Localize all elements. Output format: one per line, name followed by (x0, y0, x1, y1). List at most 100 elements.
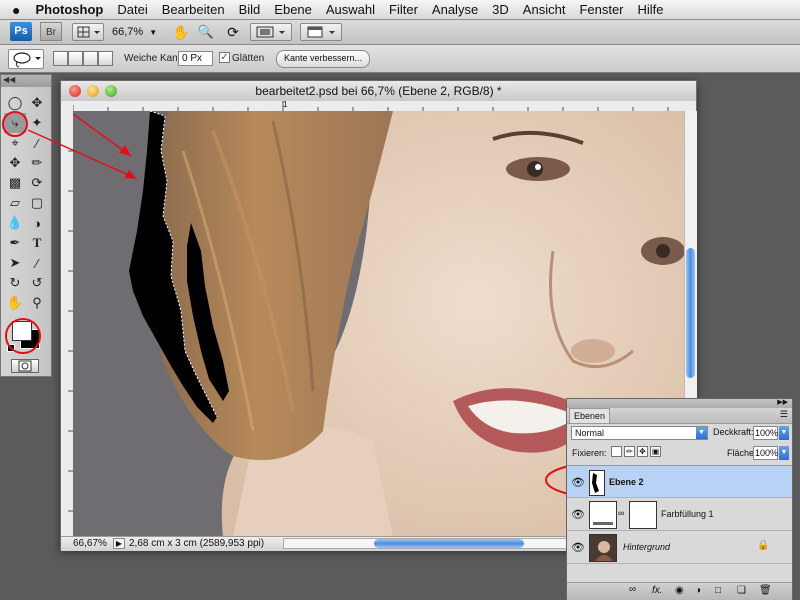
adjustment-layer-icon[interactable]: ◑ (695, 585, 701, 596)
new-layer-icon[interactable]: ❏ (737, 585, 746, 596)
lock-all-icon[interactable]: ▣ (650, 446, 661, 457)
lock-pixels-icon[interactable]: ✏ (624, 446, 635, 457)
eyedropper-tool-icon[interactable]: ∕ (26, 133, 48, 153)
bridge-button[interactable]: Br (40, 22, 62, 41)
hand-tool-icon[interactable]: ✋ (4, 293, 26, 313)
menu-item-filter[interactable]: Filter (382, 2, 425, 17)
feather-input[interactable]: 0 Px (178, 51, 213, 66)
line-tool-icon[interactable]: ∕ (26, 253, 48, 273)
menu-item-analyse[interactable]: Analyse (425, 2, 485, 17)
opacity-label: Deckkraft: (713, 427, 754, 437)
refine-edge-button[interactable]: Kante verbessern... (276, 50, 370, 68)
move-tool-icon[interactable]: ✥ (26, 93, 48, 113)
opacity-input[interactable]: 100% (753, 426, 778, 440)
path-selection-tool-icon[interactable]: ➤ (4, 253, 26, 273)
close-window-icon[interactable] (69, 85, 81, 97)
antialias-checkbox[interactable]: ✓ (219, 52, 230, 63)
visibility-eye-icon[interactable]: 👁 (571, 541, 585, 554)
3d-rotate-tool-icon[interactable]: ↻ (4, 273, 26, 293)
vertical-scroll-thumb[interactable] (686, 248, 695, 378)
ruler-ticks (73, 101, 669, 111)
trash-icon[interactable]: 🗑 (759, 585, 772, 596)
healing-brush-tool-icon[interactable]: ✥ (4, 153, 26, 173)
chevron-updown-icon: ▼ (696, 427, 707, 439)
add-mask-icon[interactable]: ◉ (675, 585, 684, 596)
layer-row-hintergrund[interactable]: 👁 Hintergrund 🔒 (567, 531, 792, 564)
screen-mode-button[interactable] (300, 23, 342, 41)
eraser-tool-icon[interactable]: ▱ (4, 193, 26, 213)
document-title: bearbeitet2.psd bei 66,7% (Ebene 2, RGB/… (255, 84, 502, 98)
magic-wand-tool-icon[interactable]: ✦ (26, 113, 48, 133)
menu-bar: ● Photoshop Datei Bearbeiten Bild Ebene … (0, 0, 800, 20)
zoom-tool-icon[interactable]: ⚲ (26, 293, 48, 313)
layer-row-ebene-2[interactable]: 👁 Ebene 2 (567, 465, 792, 498)
new-group-icon[interactable]: □ (715, 585, 721, 596)
document-title-bar[interactable]: bearbeitet2.psd bei 66,7% (Ebene 2, RGB/… (61, 81, 696, 102)
color-swatches[interactable] (7, 319, 43, 353)
panel-header[interactable]: ▶▶ (567, 399, 792, 408)
lock-label: Fixieren: (572, 448, 607, 458)
default-colors-icon[interactable] (7, 344, 15, 352)
menu-item-ansicht[interactable]: Ansicht (516, 2, 573, 17)
menu-item-auswahl[interactable]: Auswahl (319, 2, 382, 17)
blur-tool-icon[interactable]: 💧 (4, 213, 26, 233)
rotate-view-icon[interactable]: ⟳ (224, 24, 242, 40)
intersect-selection-icon[interactable] (98, 51, 113, 66)
visibility-eye-icon[interactable]: 👁 (571, 508, 585, 521)
3d-orbit-tool-icon[interactable]: ↺ (26, 273, 48, 293)
lock-transparency-icon[interactable] (611, 446, 622, 457)
quick-mask-button[interactable] (11, 359, 39, 373)
hand-tool-icon[interactable]: ✋ (172, 24, 190, 40)
horizontal-scroll-thumb[interactable] (374, 539, 524, 548)
panel-footer: ∞ fx. ◉ ◑ □ ❏ 🗑 (567, 582, 792, 600)
menu-item-bild[interactable]: Bild (232, 2, 268, 17)
opacity-dropdown-icon[interactable]: ▼ (779, 426, 789, 440)
blend-mode-select[interactable]: Normal ▼ (571, 426, 708, 440)
arrange-documents-button[interactable] (250, 23, 292, 41)
lasso-tool-icon[interactable]: ⤷ (4, 113, 26, 133)
status-zoom-value[interactable]: 66,67% (73, 537, 107, 551)
tab-ebenen[interactable]: Ebenen (569, 408, 611, 423)
apple-menu-icon[interactable]: ● (0, 2, 28, 18)
layer-row-farbfuellung-1[interactable]: 👁 ∞ Farbfüllung 1 (567, 498, 792, 531)
menu-item-3d[interactable]: 3D (485, 2, 516, 17)
foreground-color-swatch[interactable] (12, 321, 32, 341)
type-tool-icon[interactable]: T (26, 233, 48, 253)
link-layers-icon[interactable]: ∞ (629, 584, 636, 595)
lock-position-icon[interactable]: ✥ (637, 446, 648, 457)
crop-tool-icon[interactable]: ⌖ (4, 133, 26, 153)
selection-mode-group (53, 51, 115, 67)
minimize-window-icon[interactable] (87, 85, 99, 97)
menu-app-name[interactable]: Photoshop (28, 2, 110, 17)
zoom-tool-icon[interactable]: 🔍 (197, 24, 215, 40)
brush-tool-icon[interactable]: ✏ (26, 153, 48, 173)
layer-style-fx-button[interactable]: fx. (652, 585, 663, 596)
add-to-selection-icon[interactable] (68, 51, 83, 66)
arrange-icon (256, 26, 285, 38)
tool-preset-picker[interactable] (8, 49, 44, 69)
menu-item-hilfe[interactable]: Hilfe (631, 2, 671, 17)
menu-item-bearbeiten[interactable]: Bearbeiten (155, 2, 232, 17)
pen-tool-icon[interactable]: ✒ (4, 233, 26, 253)
history-brush-tool-icon[interactable]: ⟳ (26, 173, 48, 193)
toolbox-header: ◀◀ (1, 75, 51, 87)
stamp-tool-icon[interactable]: ▩ (4, 173, 26, 193)
new-selection-icon[interactable] (53, 51, 68, 66)
zoom-level-dropdown[interactable]: 66,7% ▼ (112, 24, 168, 40)
menu-item-ebene[interactable]: Ebene (267, 2, 319, 17)
subtract-selection-icon[interactable] (83, 51, 98, 66)
visibility-eye-icon[interactable]: 👁 (571, 476, 585, 489)
panel-menu-icon[interactable]: ☰ (780, 409, 788, 420)
status-options-icon[interactable]: ▶ (113, 538, 125, 549)
fill-dropdown-icon[interactable]: ▼ (779, 446, 789, 460)
toolbox: ◀◀ ◯ ✥ ⤷ ✦ ⌖ ∕ ✥ ✏ ▩ ⟳ ▱ ▢ 💧 ◑ ✒ T ➤ ∕ ↻… (0, 74, 52, 377)
quick-mask-icon (18, 360, 32, 372)
zoom-window-icon[interactable] (105, 85, 117, 97)
marquee-tool-icon[interactable]: ◯ (4, 93, 26, 113)
fill-input[interactable]: 100% (753, 446, 778, 460)
menu-item-datei[interactable]: Datei (110, 2, 154, 17)
gradient-tool-icon[interactable]: ▢ (26, 193, 48, 213)
view-extras-button[interactable] (72, 23, 104, 41)
dodge-tool-icon[interactable]: ◑ (26, 213, 48, 233)
menu-item-fenster[interactable]: Fenster (572, 2, 630, 17)
